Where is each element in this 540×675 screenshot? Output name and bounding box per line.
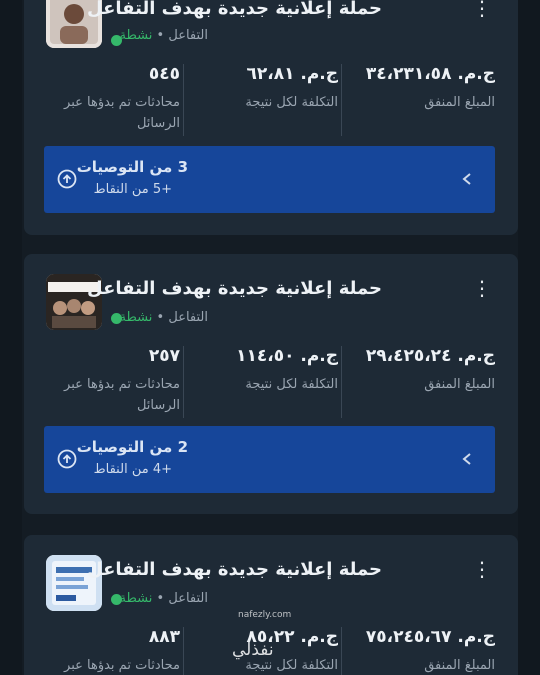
metric-label: المبلغ المنفق [424, 377, 495, 392]
metric-value: ٨٨٣ [148, 627, 180, 647]
chevron-left-icon [462, 173, 471, 185]
metric-amount-spent: ج.م. ٢٩،٤٢٥،٢٤ المبلغ المنفق [350, 346, 495, 418]
campaign-objective: التفاعل [168, 310, 208, 325]
metric-results: ٨٨٣ محادثات تم بدؤها عبر [35, 627, 180, 675]
metric-amount-spent: ج.م. ٧٥،٢٤٥،٦٧ المبلغ المنفق [350, 627, 495, 675]
metric-label: المبلغ المنفق [424, 658, 495, 673]
metric-value: ج.م. ٢٩،٤٢٥،٢٤ [365, 346, 495, 366]
metric-label: التكلفة لكل نتيجة [245, 95, 338, 110]
campaign-status: نشطة [119, 310, 153, 325]
recommendations-count: 3 من التوصيات [76, 158, 188, 176]
chevron-left-icon [462, 453, 471, 465]
metric-label: محادثات تم بدؤها عبر الرسائل [64, 95, 180, 131]
metric-results: ٥٤٥ محادثات تم بدؤها عبر الرسائل [35, 64, 180, 136]
more-options-icon[interactable]: ⋮ [472, 557, 492, 581]
campaign-metrics: ج.م. ٣٤،٢٣١،٥٨ المبلغ المنفق ج.م. ٦٢،٨١ … [24, 64, 518, 144]
metric-amount-spent: ج.م. ٣٤،٢٣١،٥٨ المبلغ المنفق [350, 64, 495, 136]
recommendations-count: 2 من التوصيات [76, 438, 188, 456]
campaign-objective: التفاعل [168, 28, 208, 43]
metric-label: محادثات تم بدؤها عبر الرسائل [64, 377, 180, 413]
more-options-icon[interactable]: ⋮ [472, 0, 492, 20]
arrow-up-circle-icon [57, 449, 77, 469]
campaign-meta: التفاعل • نشطة [120, 310, 208, 325]
metric-cost-per-result: ج.م. ١١٤،٥٠ التكلفة لكل نتيجة [193, 346, 338, 418]
metric-label: التكلفة لكل نتيجة [245, 377, 338, 392]
metric-value: ٢٥٧ [148, 346, 180, 366]
divider [183, 627, 184, 675]
metric-results: ٢٥٧ محادثات تم بدؤها عبر الرسائل [35, 346, 180, 418]
metric-value: ج.م. ١١٤،٥٠ [236, 346, 338, 366]
divider [183, 64, 184, 136]
divider [341, 627, 342, 675]
meta-separator: • [156, 28, 165, 43]
recommendations-banner[interactable]: 2 من التوصيات +4 من النقاط [44, 426, 495, 493]
metric-cost-per-result: ج.م. ٦٢،٨١ التكلفة لكل نتيجة [193, 64, 338, 136]
watermark-url: nafezly.com [238, 610, 292, 620]
recommendations-points: +5 من النقاط [93, 182, 172, 197]
watermark-logo: نفذلي [232, 640, 274, 660]
divider [341, 346, 342, 418]
background-strip-left [0, 0, 22, 675]
arrow-up-circle-icon [57, 169, 77, 189]
campaign-status: نشطة [119, 591, 153, 606]
meta-separator: • [156, 591, 165, 606]
campaign-title[interactable]: حملة إعلانية جديدة بهدف التفاعل [87, 278, 382, 299]
recommendations-banner[interactable]: 3 من التوصيات +5 من النقاط [44, 146, 495, 213]
metric-value: ج.م. ٦٢،٨١ [246, 64, 338, 84]
metric-value: ج.م. ٧٥،٢٤٥،٦٧ [365, 627, 495, 647]
campaign-title[interactable]: حملة إعلانية جديدة بهدف التفاعل [87, 0, 382, 19]
meta-separator: • [156, 310, 165, 325]
more-options-icon[interactable]: ⋮ [472, 276, 492, 300]
divider [341, 64, 342, 136]
campaign-meta: التفاعل • نشطة [120, 28, 208, 43]
campaign-title[interactable]: حملة إعلانية جديدة بهدف التفاعل [87, 559, 382, 580]
campaign-metrics: ج.م. ٢٩،٤٢٥،٢٤ المبلغ المنفق ج.م. ١١٤،٥٠… [24, 346, 518, 426]
campaign-card[interactable]: حملة إعلانية جديدة بهدف التفاعل التفاعل … [24, 254, 518, 514]
metric-value: ٥٤٥ [148, 64, 180, 84]
recommendations-points: +4 من النقاط [93, 462, 172, 477]
campaign-status: نشطة [119, 28, 153, 43]
campaign-card[interactable]: حملة إعلانية جديدة بهدف التفاعل التفاعل … [24, 0, 518, 235]
metric-value: ج.م. ٣٤،٢٣١،٥٨ [365, 64, 495, 84]
divider [183, 346, 184, 418]
campaign-meta: التفاعل • نشطة [120, 591, 208, 606]
metric-label: محادثات تم بدؤها عبر [64, 658, 180, 673]
metric-label: المبلغ المنفق [424, 95, 495, 110]
campaign-objective: التفاعل [168, 591, 208, 606]
background-strip-right [518, 0, 540, 675]
